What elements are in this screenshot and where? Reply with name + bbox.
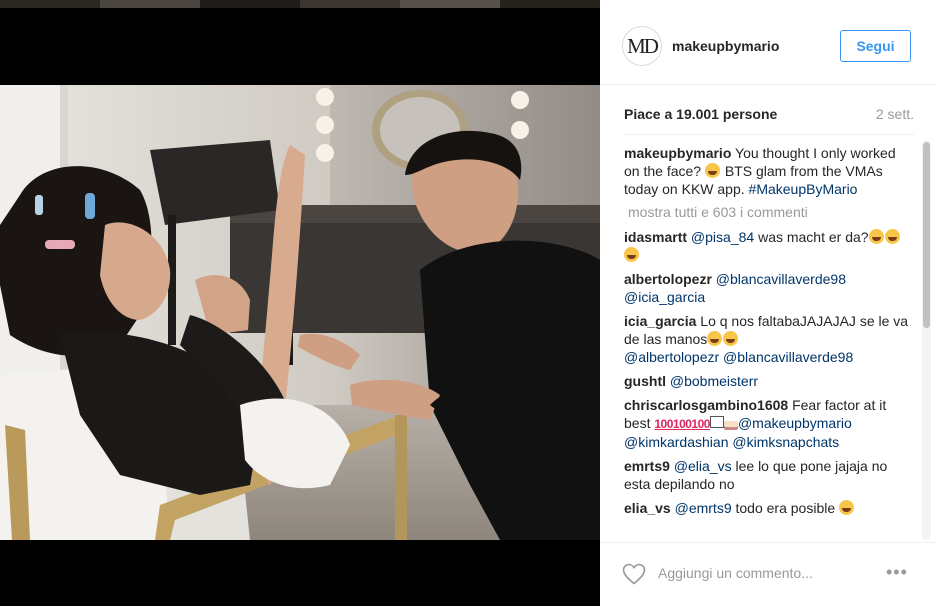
laughing-emoji-icon [704, 163, 720, 178]
list-item: elia_vs @emrts9 todo era posible [624, 499, 914, 517]
heart-icon[interactable] [622, 563, 646, 585]
laughing-emoji-icon [624, 247, 639, 262]
laughing-emoji-icon [707, 331, 723, 346]
mention-link[interactable]: @pisa_84 [691, 229, 754, 245]
mention-link[interactable]: @emrts9 [675, 500, 732, 516]
caption-username[interactable]: makeupbymario [624, 145, 731, 161]
list-item: idasmartt @pisa_84 was macht er da? [624, 228, 914, 264]
mention-link[interactable]: @kimkardashian [624, 434, 728, 450]
comment-text: was macht er da? [754, 229, 869, 245]
laughing-emoji-icon [723, 331, 739, 346]
list-item: icia_garcia Lo q nos faltabaJAJAJAJ se l… [624, 312, 914, 366]
mention-link[interactable]: @elia_vs [674, 458, 732, 474]
comment-username[interactable]: albertolopezr [624, 271, 712, 287]
comment-text: todo era posible [731, 500, 836, 516]
list-item: gushtl @bobmeisterr [624, 372, 914, 390]
comment-username[interactable]: idasmartt [624, 229, 687, 245]
post-side-panel: MD makeupbymario Segui Piace a 19.001 pe… [600, 0, 936, 606]
background-thumbnails [0, 0, 600, 8]
laughing-emoji-icon [884, 229, 900, 244]
post-time[interactable]: 2 sett. [876, 106, 914, 122]
divider [624, 134, 914, 135]
cake-emoji-icon [723, 417, 738, 430]
comment-username[interactable]: emrts9 [624, 458, 670, 474]
list-item: albertolopezr @blancavillaverde98 @icia_… [624, 270, 914, 306]
post-footer: ••• [600, 542, 936, 606]
likes-count[interactable]: Piace a 19.001 persone [624, 106, 777, 122]
hundred-emoji-icon: 100 [654, 417, 673, 431]
comment-username[interactable]: elia_vs [624, 500, 671, 516]
comment-username[interactable]: chriscarlosgambino1608 [624, 397, 788, 413]
show-all-comments-link[interactable]: mostra tutti e 603 i commenti [628, 204, 914, 220]
scrollbar-thumb[interactable] [923, 142, 930, 328]
photo-illustration [0, 85, 600, 540]
more-options-icon[interactable]: ••• [886, 563, 908, 581]
photo-area [0, 0, 600, 606]
comments-list: makeupbymario You thought I only worked … [624, 144, 914, 542]
add-comment-input[interactable] [658, 565, 878, 581]
comment-username[interactable]: gushtl [624, 373, 666, 389]
post-username[interactable]: makeupbymario [672, 38, 779, 54]
caption: makeupbymario You thought I only worked … [624, 144, 914, 198]
hundred-emoji-icon: 100 [672, 417, 692, 431]
avatar[interactable]: MD [622, 26, 662, 66]
mention-link[interactable]: @makeupbymario [738, 415, 852, 431]
mention-link[interactable]: @blancavillaverde98 [723, 349, 853, 365]
list-item: emrts9 @elia_vs lee lo que pone jajaja n… [624, 457, 914, 493]
mention-link[interactable]: @blancavillaverde98 [716, 271, 846, 287]
comment-username[interactable]: icia_garcia [624, 313, 696, 329]
likes-row: Piace a 19.001 persone 2 sett. [624, 106, 914, 126]
mention-link[interactable]: @bobmeisterr [670, 373, 758, 389]
comments-scrollbar[interactable] [922, 140, 931, 540]
list-item: chriscarlosgambino1608 Fear factor at it… [624, 396, 914, 451]
laughing-emoji-icon [839, 500, 855, 515]
follow-button[interactable]: Segui [840, 30, 911, 62]
laughing-emoji-icon [868, 229, 884, 244]
post-photo[interactable] [0, 85, 600, 540]
mention-link[interactable]: @kimksnapchats [732, 434, 839, 450]
hashtag-link[interactable]: #MakeupByMario [749, 181, 858, 197]
unknown-emoji-icon [709, 416, 724, 428]
hundred-emoji-icon: 100 [691, 417, 710, 431]
mention-link[interactable]: @icia_garcia [624, 289, 705, 305]
post-header: MD makeupbymario Segui [600, 0, 936, 85]
mention-link[interactable]: @albertolopezr [624, 349, 719, 365]
